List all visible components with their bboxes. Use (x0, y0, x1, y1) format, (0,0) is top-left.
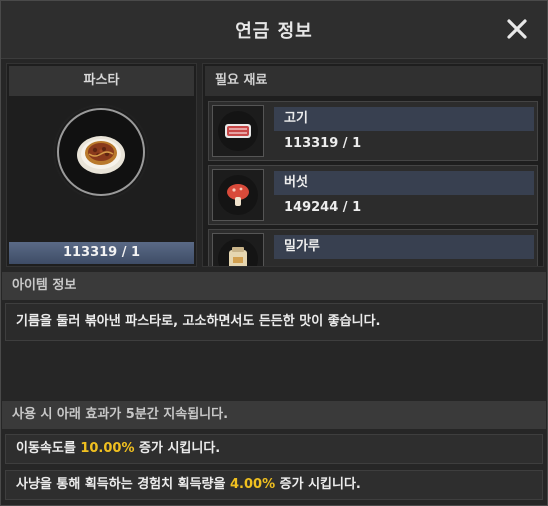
effects-header: 사용 시 아래 효과가 5분간 지속됩니다. (2, 401, 546, 429)
materials-panel: 필요 재료 고기 113319 / 1 버섯 149244 / 1 밀가루 (202, 63, 544, 267)
window-title: 연금 정보 (235, 21, 313, 42)
material-name: 밀가루 (274, 235, 534, 259)
item-description: 기름을 둘러 볶아낸 파스타로, 고소하면서도 든든한 맛이 좋습니다. (5, 303, 543, 341)
material-icon-slot (212, 169, 264, 221)
meat-icon (225, 124, 251, 138)
effect-text-suffix: 증가 시킵니다. (275, 477, 361, 492)
alchemy-info-window: 연금 정보 파스타 113319 / 1 필요 재료 고기 113319 / 1… (0, 0, 548, 506)
material-count: 113319 / 1 (284, 136, 362, 151)
close-icon (507, 19, 527, 39)
material-name: 고기 (274, 107, 534, 131)
effect-text-suffix: 증가 시킵니다. (134, 441, 221, 456)
material-row[interactable]: 버섯 149244 / 1 (208, 165, 538, 225)
material-count: 149244 / 1 (284, 200, 362, 215)
result-item-name: 파스타 (9, 66, 194, 96)
mushroom-icon (227, 184, 249, 206)
result-item-count: 113319 / 1 (9, 242, 194, 264)
material-icon-frame (218, 111, 258, 151)
close-button[interactable] (501, 13, 533, 45)
effect-row: 이동속도를 10.00% 증가 시킵니다. (5, 434, 543, 464)
pasta-icon (57, 108, 145, 196)
material-icon-slot (212, 233, 264, 266)
material-row[interactable]: 고기 113319 / 1 (208, 101, 538, 161)
effect-text-prefix: 이동속도를 (16, 441, 81, 456)
material-icon-frame (218, 175, 258, 215)
material-icon-frame (218, 239, 258, 266)
flour-icon (229, 247, 247, 266)
material-row[interactable]: 밀가루 (208, 229, 538, 266)
materials-header: 필요 재료 (205, 66, 541, 96)
effect-value: 10.00% (80, 441, 135, 456)
result-item-panel: 파스타 113319 / 1 (6, 63, 197, 267)
material-icon-slot (212, 105, 264, 157)
title-bar: 연금 정보 (1, 1, 547, 59)
materials-list[interactable]: 고기 113319 / 1 버섯 149244 / 1 밀가루 (208, 101, 538, 266)
material-name: 버섯 (274, 171, 534, 195)
effect-value: 4.00% (230, 477, 276, 492)
item-info-header: 아이템 정보 (2, 272, 546, 300)
effect-text-prefix: 사냥을 통해 획득하는 경험치 획득량을 (16, 477, 230, 492)
effect-row: 사냥을 통해 획득하는 경험치 획득량을 4.00% 증가 시킵니다. (5, 470, 543, 500)
